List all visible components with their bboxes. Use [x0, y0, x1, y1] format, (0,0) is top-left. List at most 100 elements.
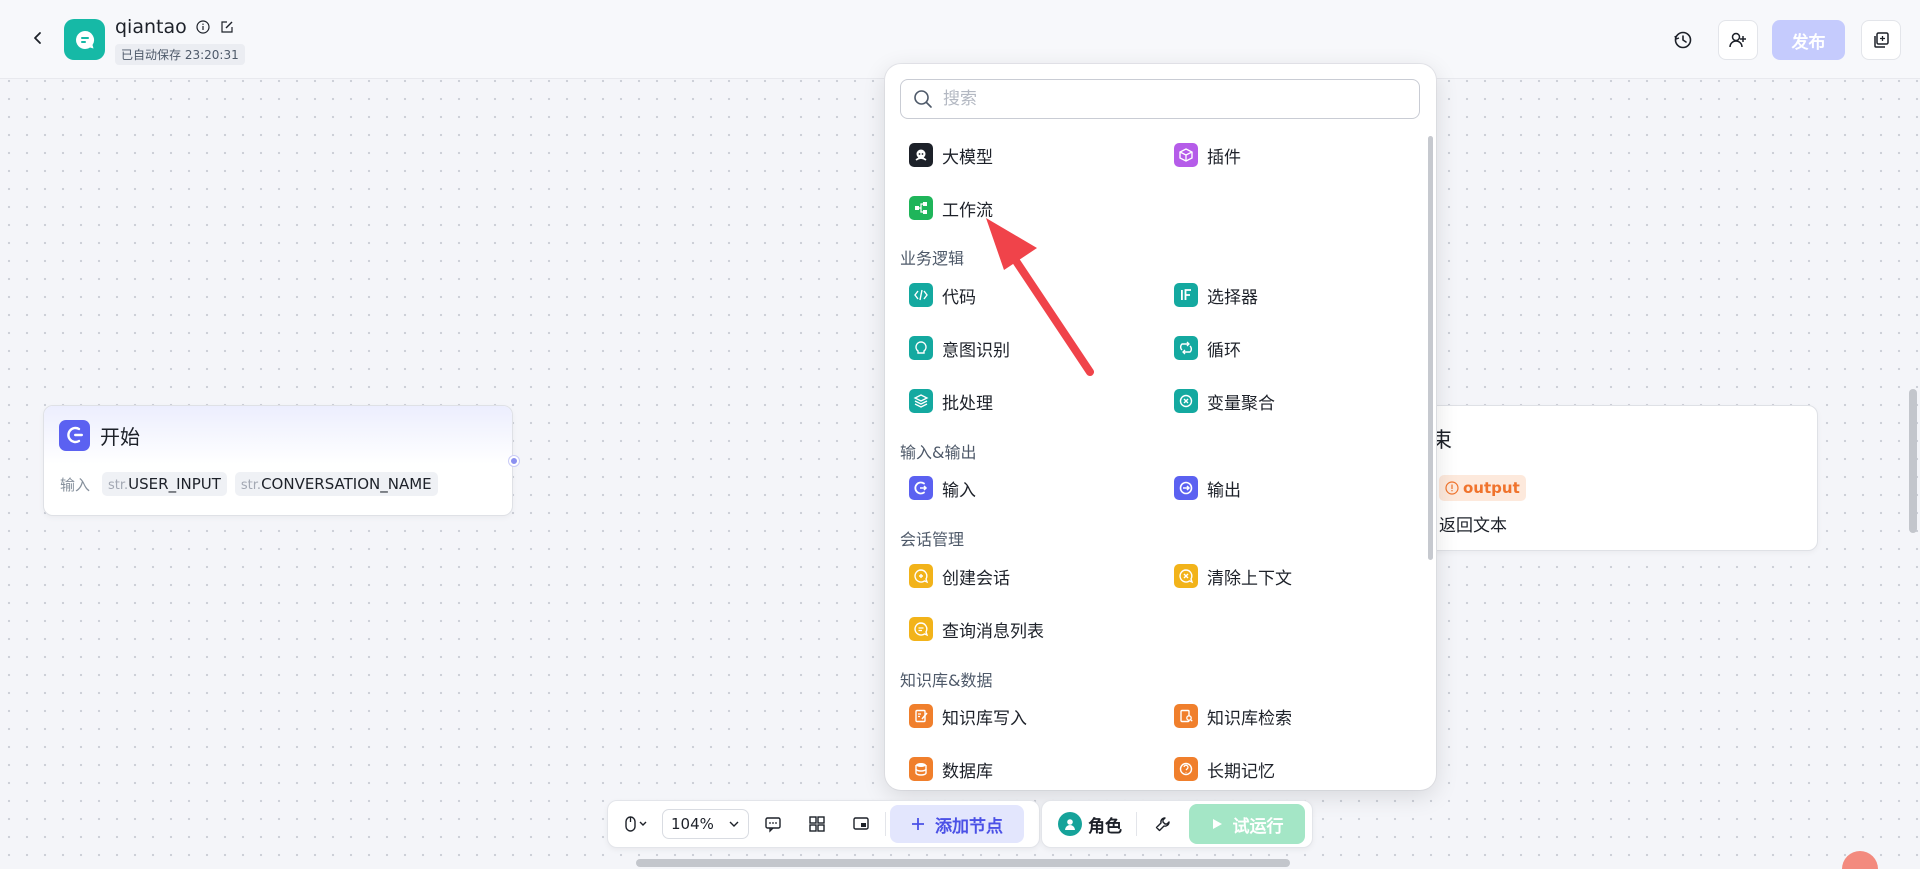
add-node-button[interactable]: 添加节点 [890, 805, 1024, 843]
output-tag-label: output [1463, 479, 1520, 497]
memory-icon [1174, 757, 1198, 781]
play-icon [1212, 819, 1222, 829]
grid-layout-icon [809, 816, 825, 832]
comment-button[interactable] [753, 806, 793, 842]
mouse-icon [625, 816, 647, 832]
start-node-title: 开始 [100, 424, 140, 449]
menu-item-code[interactable]: 代码 [909, 277, 1159, 313]
menu-item-label: 选择器 [1207, 287, 1258, 308]
vertical-scrollbar[interactable] [1909, 389, 1917, 533]
add-node-label: 添加节点 [935, 816, 1003, 837]
copy-icon [1874, 32, 1889, 48]
horizontal-scrollbar[interactable] [636, 859, 1290, 867]
publish-button[interactable]: 发布 [1772, 20, 1845, 60]
param-name: USER_INPUT [128, 475, 221, 493]
menu-item-condition[interactable]: 选择器 [1174, 277, 1424, 313]
menu-item-plugin[interactable]: 插件 [1174, 137, 1424, 173]
info-icon[interactable] [195, 19, 211, 35]
role-label: 角色 [1088, 816, 1122, 837]
section-title-conversation: 会话管理 [900, 530, 965, 549]
menu-item-create-conversation[interactable]: 创建会话 [909, 558, 1159, 594]
database-icon [909, 757, 933, 781]
zoom-select[interactable]: 104% [662, 809, 749, 839]
chevron-down-icon [729, 821, 739, 827]
menu-item-label: 长期记忆 [1207, 761, 1275, 782]
input-label: 输入 [60, 475, 91, 494]
batch-icon [909, 389, 933, 413]
edit-icon[interactable] [219, 19, 235, 35]
search-input[interactable] [943, 89, 1383, 109]
menu-item-message-list[interactable]: 查询消息列表 [909, 611, 1159, 647]
role-avatar-icon [1058, 812, 1082, 836]
debug-settings-button[interactable] [1143, 806, 1183, 842]
menu-item-loop[interactable]: 循环 [1174, 330, 1424, 366]
test-run-button[interactable]: 试运行 [1189, 804, 1305, 844]
copy-button[interactable] [1861, 20, 1901, 60]
menu-item-long-term-memory[interactable]: 长期记忆 [1174, 751, 1424, 787]
start-node-inputs: 输入 str.USER_INPUT str.CONVERSATION_NAME [44, 472, 512, 496]
menu-item-label: 输出 [1207, 480, 1241, 501]
chevron-left-icon [34, 32, 41, 44]
menu-item-knowledge-write[interactable]: 知识库写入 [909, 698, 1159, 734]
output-warning-tag: output [1439, 475, 1526, 501]
interaction-mode-button[interactable] [614, 806, 658, 842]
app-name: qiantao [115, 16, 187, 38]
minimap-button[interactable] [841, 806, 881, 842]
menu-item-batch[interactable]: 批处理 [909, 383, 1159, 419]
autosave-status: 已自动保存 23:20:31 [115, 44, 245, 65]
menu-item-knowledge-search[interactable]: 知识库检索 [1174, 698, 1424, 734]
menu-item-label: 大模型 [942, 147, 993, 168]
create-conversation-icon [909, 564, 933, 588]
param-tag: str.CONVERSATION_NAME [234, 472, 438, 496]
back-button[interactable] [26, 26, 50, 50]
param-type: str. [108, 478, 129, 493]
add-collaborator-icon [1729, 32, 1746, 48]
chat-bubble-icon [75, 30, 94, 49]
section-title-input-output: 输入&输出 [900, 443, 977, 462]
popup-scrollbar[interactable] [1428, 136, 1433, 560]
menu-item-label: 数据库 [942, 761, 993, 782]
start-icon [59, 419, 90, 451]
toolbar-divider [1136, 812, 1137, 836]
menu-item-label: 知识库检索 [1207, 708, 1292, 729]
menu-item-label: 清除上下文 [1207, 568, 1292, 589]
canvas-toolbar: 104% 添加节点 [607, 800, 1040, 848]
variable-merge-icon [1174, 389, 1198, 413]
start-node-output-port[interactable] [509, 456, 519, 466]
menu-item-variable-merge[interactable]: 变量聚合 [1174, 383, 1424, 419]
comment-icon [765, 817, 781, 833]
param-name: CONVERSATION_NAME [261, 475, 432, 493]
menu-item-label: 查询消息列表 [942, 621, 1044, 642]
menu-item-workflow[interactable]: 工作流 [909, 190, 1159, 226]
llm-icon [909, 143, 933, 167]
menu-item-label: 插件 [1207, 147, 1241, 168]
assistant-avatar[interactable] [1842, 851, 1878, 869]
start-node[interactable]: 开始 输入 str.USER_INPUT str.CONVERSATION_NA… [43, 405, 513, 516]
menu-item-label: 代码 [942, 287, 976, 308]
menu-item-input[interactable]: 输入 [909, 470, 1159, 506]
loop-icon [1174, 336, 1198, 360]
menu-item-llm[interactable]: 大模型 [909, 137, 1159, 173]
search-box[interactable] [900, 79, 1420, 119]
app-logo [64, 19, 105, 60]
condition-icon [1174, 283, 1198, 307]
history-button[interactable] [1663, 20, 1703, 60]
menu-item-database[interactable]: 数据库 [909, 751, 1159, 787]
warning-icon [1445, 481, 1459, 495]
param-tag: str.USER_INPUT [102, 472, 227, 496]
role-button[interactable]: 角色 [1050, 812, 1130, 837]
add-node-popup: 大模型 插件 工作流 业务逻辑 代码 选择器 意图识别 循环 [885, 64, 1436, 790]
menu-item-label: 知识库写入 [942, 708, 1027, 729]
output-icon [1174, 476, 1198, 500]
workflow-icon [909, 196, 933, 220]
minimap-icon [853, 817, 869, 830]
menu-item-label: 创建会话 [942, 568, 1010, 589]
message-list-icon [909, 617, 933, 641]
menu-item-output[interactable]: 输出 [1174, 470, 1424, 506]
auto-layout-button[interactable] [797, 806, 837, 842]
menu-item-clear-context[interactable]: 清除上下文 [1174, 558, 1424, 594]
add-collaborator-button[interactable] [1718, 20, 1758, 60]
menu-item-intent[interactable]: 意图识别 [909, 330, 1159, 366]
run-toolbar: 角色 试运行 [1041, 800, 1313, 848]
search-icon [914, 90, 932, 108]
